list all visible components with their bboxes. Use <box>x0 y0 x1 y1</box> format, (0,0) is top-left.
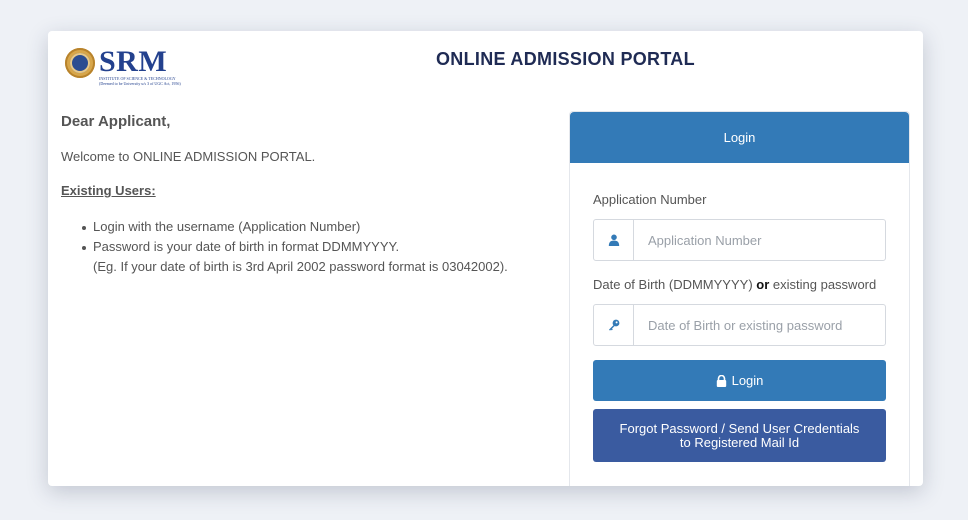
login-panel-header: Login <box>570 112 909 163</box>
greeting: Dear Applicant, <box>61 113 171 130</box>
login-panel-title: Login <box>723 130 756 145</box>
key-icon <box>594 305 634 345</box>
intro-section: Dear Applicant, Welcome to ONLINE ADMISS… <box>61 113 541 277</box>
list-item: Login with the username (Application Num… <box>82 217 541 237</box>
application-number-label: Application Number <box>593 192 707 207</box>
user-icon <box>594 220 634 260</box>
logo-tagline: (Deemed to be University u/s 3 of UGC Ac… <box>99 81 181 86</box>
login-button[interactable]: Login <box>593 360 886 401</box>
password-label: Date of Birth (DDMMYYYY) or existing pas… <box>593 277 877 292</box>
srm-logo: SRM INSTITUTE OF SCIENCE & TECHNOLOGY (D… <box>65 45 181 86</box>
welcome-text: Welcome to ONLINE ADMISSION PORTAL. <box>61 149 316 164</box>
password-group <box>593 304 886 346</box>
existing-users-heading: Existing Users: <box>61 183 156 198</box>
admission-card: SRM INSTITUTE OF SCIENCE & TECHNOLOGY (D… <box>48 31 923 486</box>
srm-seal-icon <box>65 48 95 78</box>
instructions-list: Login with the username (Application Num… <box>61 217 541 257</box>
lock-icon <box>716 374 726 387</box>
forgot-password-button[interactable]: Forgot Password / Send User Credentials … <box>593 409 886 462</box>
list-item: Password is your date of birth in format… <box>82 237 541 257</box>
password-input[interactable] <box>634 305 885 345</box>
password-example-note: (Eg. If your date of birth is 3rd April … <box>93 259 508 274</box>
application-number-group <box>593 219 886 261</box>
logo-wordmark: SRM <box>99 45 168 78</box>
login-panel: Login Application Number Date of Birth (… <box>569 111 910 486</box>
page-title: ONLINE ADMISSION PORTAL <box>436 49 695 69</box>
application-number-input[interactable] <box>634 220 885 260</box>
